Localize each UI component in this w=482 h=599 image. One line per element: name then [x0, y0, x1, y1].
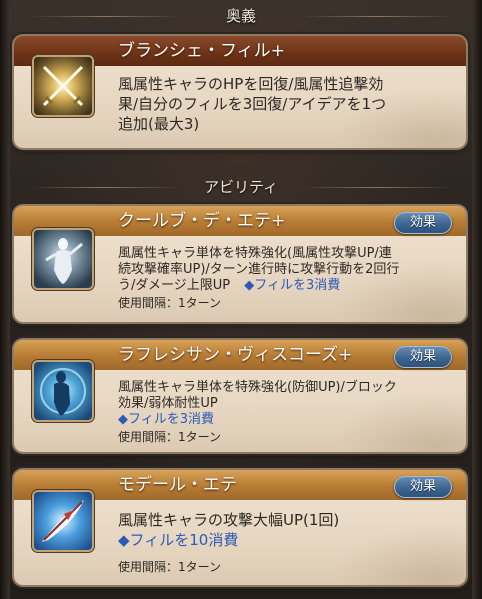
usage-interval: 使用間隔：1ターン — [118, 560, 222, 574]
left-frame-edge — [0, 0, 10, 599]
ability-card[interactable]: ラフレシサン・ヴィスコーズ+ 効果 風属性キャラ単体を特殊強化(防御UP)/ブロ… — [14, 340, 466, 452]
heading-divider — [30, 16, 180, 17]
right-frame-edge — [472, 0, 482, 599]
ougi-section-heading: 奥義 — [20, 4, 462, 28]
heading-divider — [302, 187, 452, 188]
blue-figure-icon — [34, 362, 92, 420]
card-ornament — [316, 382, 466, 452]
ability-name: クールブ・デ・エテ+ — [118, 211, 286, 231]
ability-card[interactable]: モデール・エテ 効果 風属性キャラの攻撃大幅UP(1回) ◆フィルを10消費 使… — [14, 470, 466, 585]
heading-divider — [30, 187, 180, 188]
dancer-silhouette-icon — [34, 230, 92, 288]
card-ornament — [316, 252, 466, 322]
ability-heading-text: アビリティ — [203, 178, 279, 196]
ougi-name: ブランシェ・フィル+ — [118, 41, 285, 61]
card-ornament — [316, 78, 466, 148]
ougi-card: ブランシェ・フィル+ 風属性キャラのHPを回復/風属性追撃効 果/自分のフィルを… — [14, 36, 466, 148]
effect-button[interactable]: 効果 — [394, 476, 452, 498]
usage-interval: 使用間隔：1ターン — [118, 296, 222, 310]
ability-card[interactable]: クールブ・デ・エテ+ 効果 風属性キャラ単体を特殊強化(風属性攻撃UP/連 続攻… — [14, 206, 466, 322]
usage-interval: 使用間隔：1ターン — [118, 430, 222, 444]
ability-name: モデール・エテ — [118, 475, 237, 495]
effect-button[interactable]: 効果 — [394, 346, 452, 368]
card-ornament — [316, 515, 466, 585]
crossed-swords-icon — [34, 57, 92, 115]
ougi-heading-text: 奥義 — [225, 7, 256, 25]
heading-divider — [302, 16, 452, 17]
ability-name: ラフレシサン・ヴィスコーズ+ — [118, 345, 353, 365]
ability-desc-line-text: う/ダメージ上限UP — [118, 278, 231, 293]
quill-feather-icon — [34, 492, 92, 550]
ability-section-heading: アビリティ — [20, 175, 462, 199]
effect-button[interactable]: 効果 — [394, 212, 452, 234]
